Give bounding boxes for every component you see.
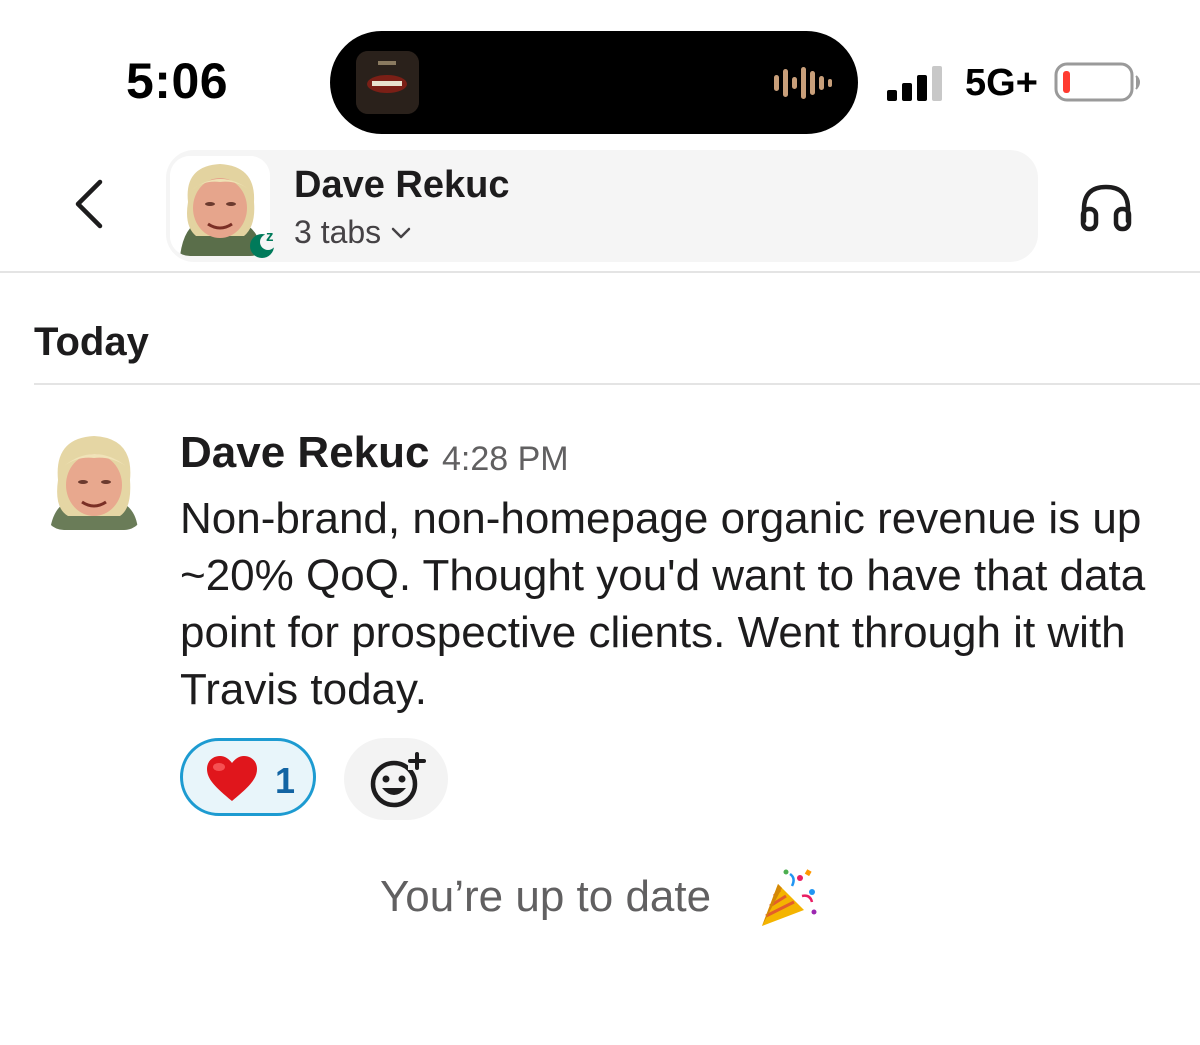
header-divider bbox=[0, 271, 1200, 273]
svg-text:z: z bbox=[266, 228, 274, 245]
add-emoji-icon bbox=[370, 752, 426, 808]
tabs-dropdown[interactable]: 3 tabs bbox=[294, 214, 411, 251]
day-separator: Today bbox=[34, 320, 149, 364]
chevron-down-icon bbox=[391, 227, 411, 238]
message-avatar[interactable] bbox=[44, 430, 144, 530]
audio-waveform-icon bbox=[774, 67, 832, 99]
now-playing-artwork bbox=[356, 51, 419, 114]
conversation-header[interactable]: z Dave Rekuc 3 tabs bbox=[166, 150, 1038, 262]
party-popper-icon bbox=[762, 869, 817, 926]
up-to-date-text: You’re up to date bbox=[380, 872, 712, 921]
tabs-label: 3 tabs bbox=[294, 214, 382, 250]
dynamic-island[interactable] bbox=[330, 31, 858, 134]
message-timestamp: 4:28 PM bbox=[442, 440, 569, 478]
cellular-signal-icon bbox=[887, 66, 942, 101]
add-reaction-button[interactable] bbox=[344, 738, 448, 820]
status-bar: 5:06 5G+ bbox=[0, 0, 1200, 140]
snooze-icon: z bbox=[250, 228, 276, 258]
battery-icon bbox=[1054, 62, 1140, 102]
day-divider bbox=[34, 383, 1200, 385]
heart-icon bbox=[207, 756, 257, 801]
back-button[interactable] bbox=[68, 176, 114, 232]
reaction-heart[interactable]: 1 bbox=[180, 738, 316, 816]
message-author[interactable]: Dave Rekuc bbox=[180, 428, 429, 478]
status-time: 5:06 bbox=[126, 53, 229, 109]
header-title: Dave Rekuc bbox=[294, 164, 510, 206]
message-text: Non-brand, non-homepage organic revenue … bbox=[180, 494, 1146, 714]
network-type: 5G+ bbox=[965, 62, 1038, 104]
reaction-count: 1 bbox=[275, 760, 296, 801]
headphones-icon[interactable] bbox=[1078, 181, 1134, 233]
